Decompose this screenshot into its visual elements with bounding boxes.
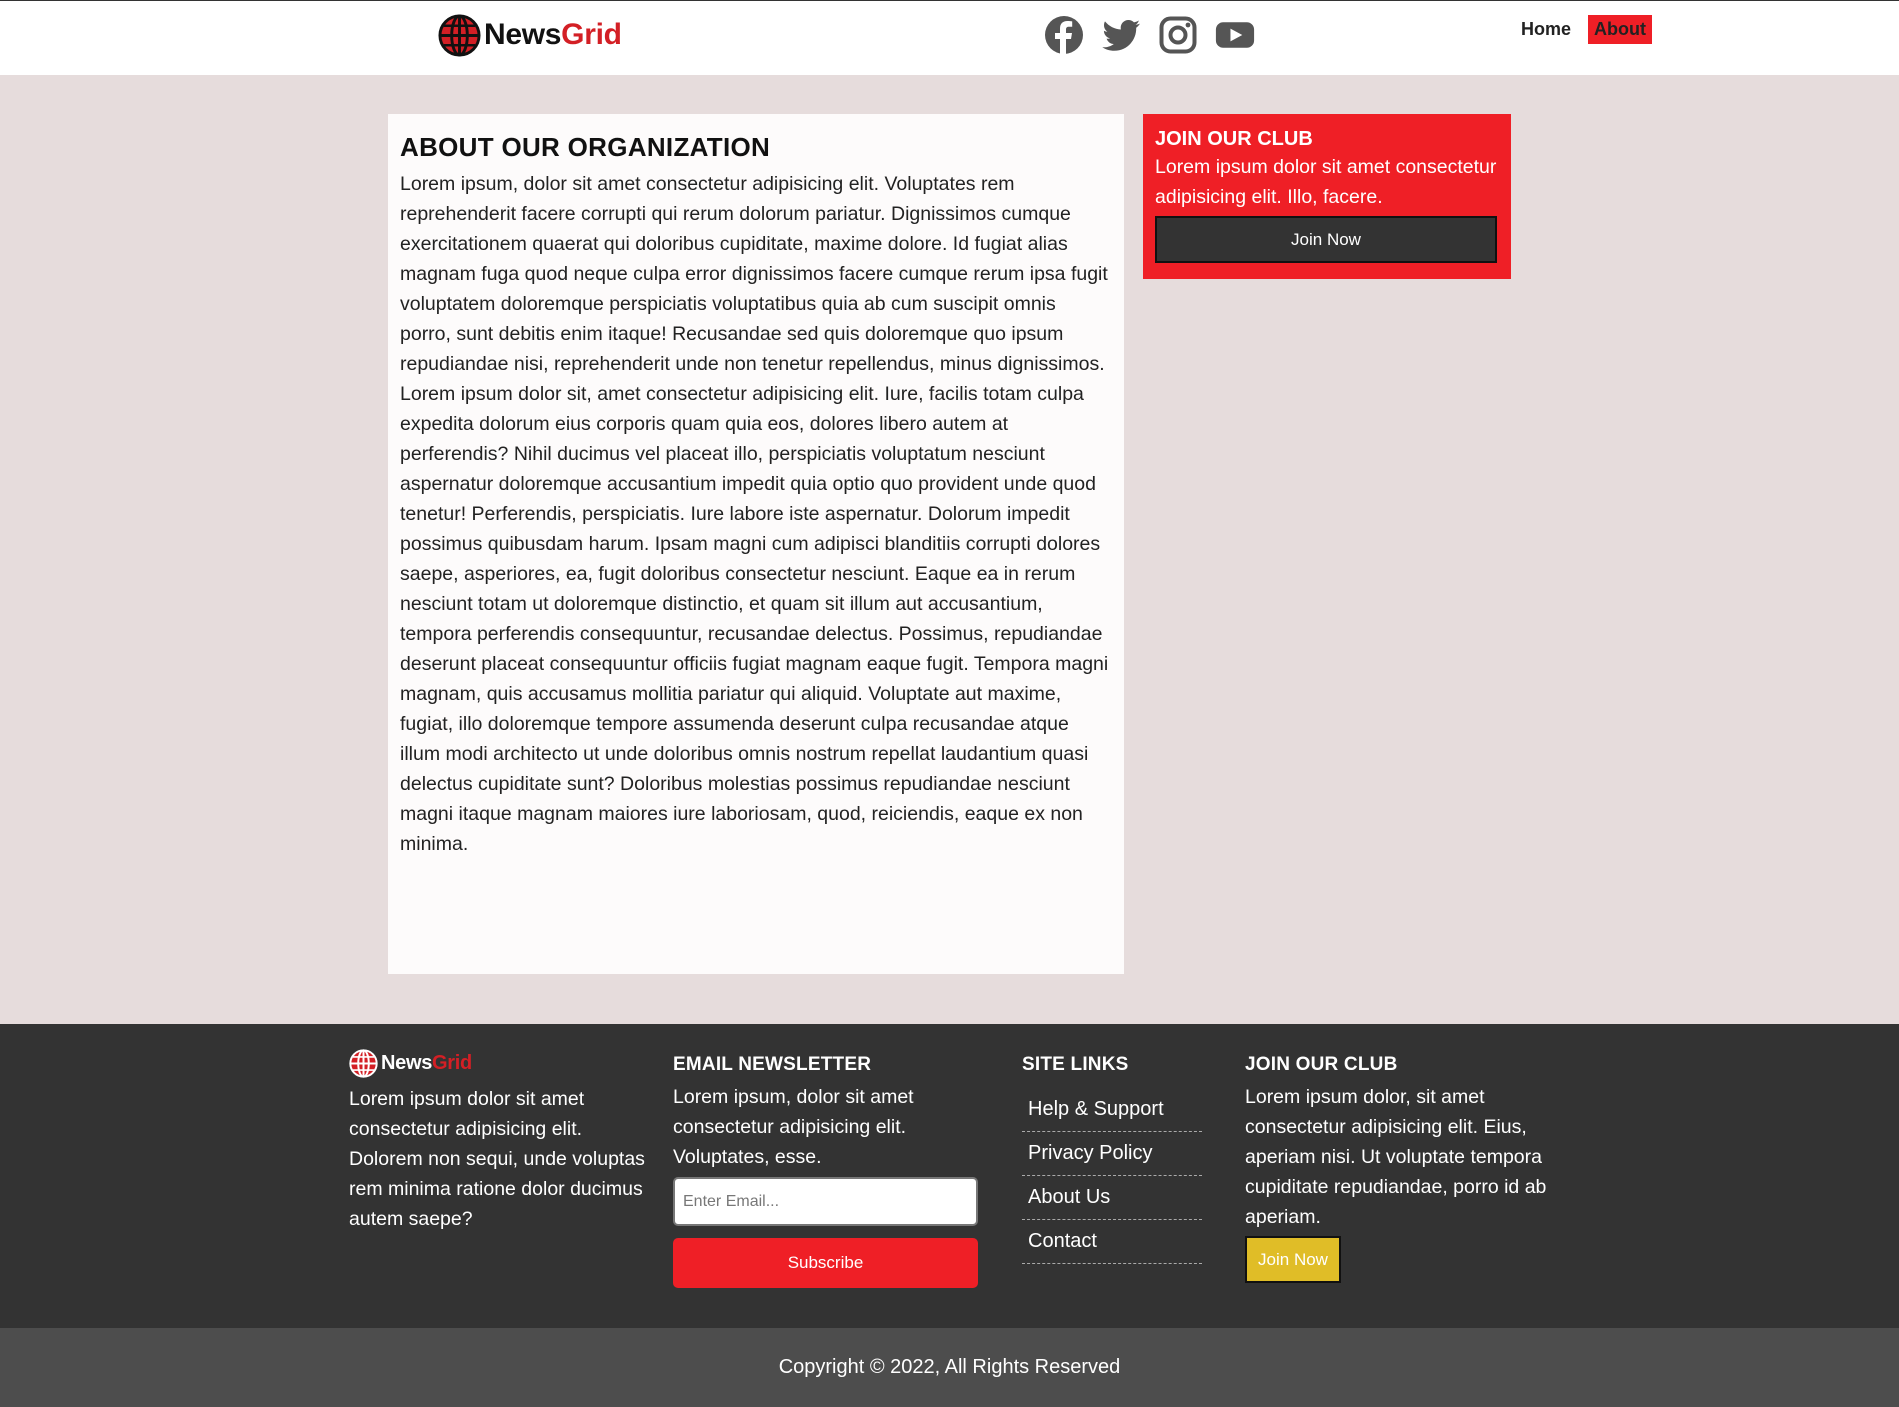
email-input[interactable]: Enter Email... <box>673 1177 978 1226</box>
newsletter-text: Lorem ipsum, dolor sit amet consectetur … <box>673 1086 914 1168</box>
main-nav: Home About <box>1515 15 1652 44</box>
instagram-icon[interactable] <box>1158 15 1198 55</box>
footer-join-now-button[interactable]: Join Now <box>1245 1236 1341 1283</box>
nav-about[interactable]: About <box>1588 15 1652 44</box>
copyright-bar: Copyright © 2022, All Rights Reserved <box>0 1328 1899 1407</box>
article-paragraph: Lorem ipsum dolor sit, amet consectetur … <box>400 383 1109 855</box>
footer-about: NewsGrid Lorem ipsum dolor sit amet cons… <box>349 1048 659 1234</box>
site-footer: NewsGrid Lorem ipsum dolor sit amet cons… <box>0 1024 1899 1328</box>
footer-club-text: Lorem ipsum dolor, sit amet consectetur … <box>1245 1086 1547 1228</box>
footer-logo[interactable]: NewsGrid <box>349 1048 659 1078</box>
newsletter-title: EMAIL NEWSLETTER <box>673 1054 872 1075</box>
subscribe-button[interactable]: Subscribe <box>673 1238 978 1288</box>
site-links-list: Help & Support Privacy Policy About Us C… <box>1022 1088 1202 1264</box>
footer-join-club: JOIN OUR CLUB Lorem ipsum dolor, sit ame… <box>1245 1048 1555 1283</box>
globe-icon <box>349 1048 378 1078</box>
youtube-icon[interactable] <box>1215 15 1255 55</box>
site-logo[interactable]: NewsGrid <box>438 13 622 57</box>
article-paragraph: Lorem ipsum, dolor sit amet consectetur … <box>400 173 1108 375</box>
join-now-button[interactable]: Join Now <box>1155 216 1497 263</box>
footer-site-links: SITE LINKS Help & Support Privacy Policy… <box>1022 1048 1202 1264</box>
join-club-card: JOIN OUR CLUB Lorem ipsum dolor sit amet… <box>1143 114 1511 279</box>
footer-club-title: JOIN OUR CLUB <box>1245 1054 1398 1075</box>
link-contact[interactable]: Contact <box>1022 1220 1202 1264</box>
club-card-title: JOIN OUR CLUB <box>1155 128 1313 150</box>
twitter-icon[interactable] <box>1101 15 1141 55</box>
site-header: NewsGrid Home About <box>0 0 1899 75</box>
facebook-icon[interactable] <box>1044 15 1084 55</box>
page-title: ABOUT OUR ORGANIZATION <box>400 132 771 162</box>
footer-logo-text: NewsGrid <box>381 1051 472 1074</box>
link-about-us[interactable]: About Us <box>1022 1176 1202 1220</box>
nav-home[interactable]: Home <box>1515 15 1577 44</box>
logo-text: NewsGrid <box>484 18 622 51</box>
globe-icon <box>438 13 481 57</box>
link-help-support[interactable]: Help & Support <box>1022 1088 1202 1132</box>
site-links-title: SITE LINKS <box>1022 1054 1129 1075</box>
link-privacy-policy[interactable]: Privacy Policy <box>1022 1132 1202 1176</box>
footer-newsletter: EMAIL NEWSLETTER Lorem ipsum, dolor sit … <box>673 1048 979 1288</box>
footer-about-text: Lorem ipsum dolor sit amet consectetur a… <box>349 1088 645 1230</box>
social-links <box>1044 15 1255 55</box>
about-article: ABOUT OUR ORGANIZATION Lorem ipsum, dolo… <box>388 114 1124 974</box>
club-card-text: Lorem ipsum dolor sit amet consectetur a… <box>1155 156 1497 208</box>
